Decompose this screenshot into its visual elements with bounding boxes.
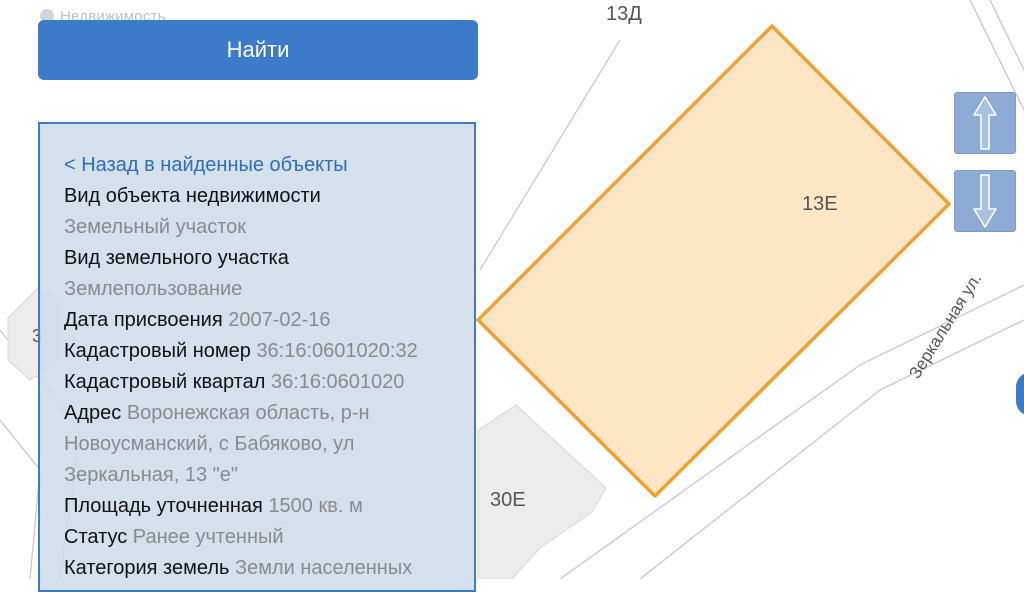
- street-label: Зеркальная ул.: [905, 270, 985, 382]
- address-line-1: Воронежская область, р-н: [126, 402, 370, 424]
- cadastral-quarter-label: Кадастровый квартал: [64, 371, 266, 393]
- back-row: < Назад в найденные объекты: [64, 150, 474, 181]
- area-row: Площадь уточненная 1500 кв. м: [64, 491, 474, 522]
- back-to-results-link[interactable]: < Назад в найденные объекты: [64, 154, 348, 176]
- land-type-label: Вид земельного участка: [64, 247, 289, 269]
- cadastral-number-row: Кадастровый номер 36:16:0601020:32: [64, 336, 474, 367]
- area-label: Площадь уточненная: [64, 495, 263, 517]
- object-info-panel: < Назад в найденные объекты Вид объекта …: [38, 122, 476, 592]
- land-type-value: Землепользование: [64, 278, 243, 300]
- cadastral-quarter-value: 36:16:0601020: [270, 371, 405, 393]
- category-row: Категория земель Земли населенных: [64, 553, 474, 584]
- area-value: 1500 кв. м: [268, 495, 363, 517]
- assign-date-row: Дата присвоения 2007-02-16: [64, 305, 474, 336]
- address-line-3: Зеркальная, 13 "е": [64, 464, 238, 486]
- cadastral-number-label: Кадастровый номер: [64, 340, 251, 362]
- zoom-in-button[interactable]: [954, 92, 1016, 154]
- object-type-value: Земельный участок: [64, 216, 247, 238]
- zoom-out-button[interactable]: [954, 170, 1016, 232]
- building-30e-label: 30Е: [490, 489, 526, 511]
- assign-date-label: Дата присвоения: [64, 309, 223, 331]
- parcel-13e-label: 13Е: [802, 193, 838, 215]
- category-value: Земли населенных: [234, 557, 413, 579]
- status-row: Статус Ранее учтенный: [64, 522, 474, 553]
- parcel-13e[interactable]: [476, 24, 951, 498]
- address-label: Адрес: [64, 402, 122, 424]
- category-label: Категория земель: [64, 557, 230, 579]
- status-value: Ранее учтенный: [132, 526, 284, 548]
- search-button[interactable]: Найти: [38, 20, 478, 80]
- cadastral-quarter-row: Кадастровый квартал 36:16:0601020: [64, 367, 474, 398]
- address-row: Адрес Воронежская область, р-н: [64, 398, 474, 429]
- status-label: Статус: [64, 526, 128, 548]
- address-line-2: Новоусманский, с Бабяково, ул: [64, 433, 355, 455]
- assign-date-value: 2007-02-16: [228, 309, 331, 331]
- cadastral-number-value: 36:16:0601020:32: [256, 340, 418, 362]
- arrow-down-icon: [973, 174, 997, 228]
- arrow-up-icon: [973, 96, 997, 150]
- parcel-13d-label: 13Д: [606, 3, 642, 25]
- object-type-label: Вид объекта недвижимости: [64, 185, 321, 207]
